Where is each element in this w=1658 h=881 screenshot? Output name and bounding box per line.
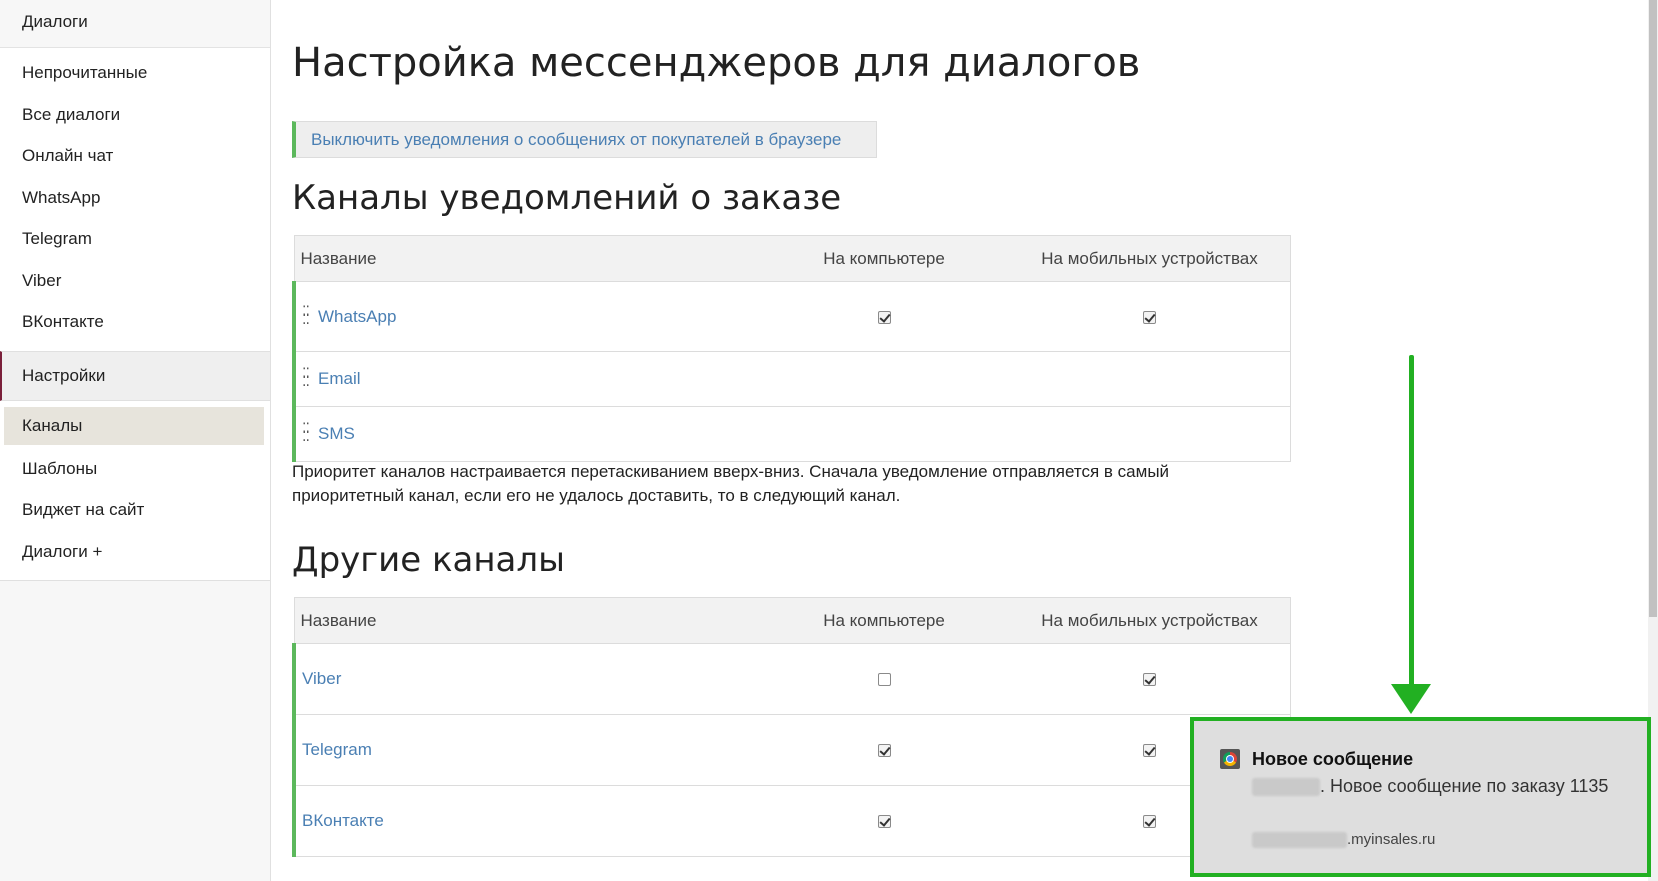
- channel-link-email[interactable]: Email: [318, 369, 361, 388]
- column-header-mobile: На мобильных устройствах: [1009, 235, 1291, 282]
- desktop-cell: [759, 785, 1009, 857]
- sidebar-settings-list: Каналы Шаблоны Виджет на сайт Диалоги +: [0, 400, 270, 581]
- order-channels-heading: Каналы уведомлений о заказе: [292, 178, 842, 218]
- desktop-checkbox-telegram[interactable]: [877, 744, 891, 758]
- desktop-cell: [759, 643, 1009, 715]
- channel-name-cell: ВКонтакте: [292, 785, 759, 857]
- channel-name-cell: ⁚⁚ ⁚⁚ WhatsApp: [292, 281, 759, 352]
- channel-link-vkontakte[interactable]: ВКонтакте: [302, 811, 384, 830]
- mobile-cell: [1009, 406, 1291, 462]
- other-channels-heading: Другие каналы: [292, 540, 565, 580]
- sidebar-item-unread[interactable]: Непрочитанные: [0, 52, 270, 94]
- mobile-cell: [1009, 281, 1291, 352]
- notification-body-text: . Новое сообщение по заказу 1135: [1320, 776, 1609, 796]
- sidebar-item-templates[interactable]: Шаблоны: [0, 448, 270, 490]
- channel-name-cell: Viber: [292, 643, 759, 715]
- sidebar-section-settings[interactable]: Настройки: [0, 350, 270, 401]
- notification-body: . Новое сообщение по заказу 1135: [1252, 774, 1632, 799]
- column-header-desktop: На компьютере: [759, 597, 1009, 644]
- desktop-cell: [759, 714, 1009, 786]
- annotation-arrow-shaft: [1409, 355, 1414, 687]
- sidebar-dialog-list: Непрочитанные Все диалоги Онлайн чат Wha…: [0, 48, 270, 351]
- mobile-cell: [1009, 643, 1291, 715]
- sidebar-section-dialogs[interactable]: Диалоги: [0, 0, 270, 48]
- scrollbar-thumb[interactable]: [1649, 0, 1657, 617]
- table-header-row: Название На компьютере На мобильных устр…: [293, 235, 1291, 282]
- drag-handle-icon[interactable]: ⁚⁚ ⁚⁚: [302, 366, 312, 388]
- sidebar-item-telegram[interactable]: Telegram: [0, 218, 270, 260]
- chrome-icon: [1220, 749, 1240, 769]
- mobile-checkbox-whatsapp[interactable]: [1143, 310, 1156, 324]
- priority-note: Приоритет каналов настраивается перетаск…: [292, 462, 1170, 505]
- column-header-name: Название: [293, 597, 759, 644]
- sidebar-item-online-chat[interactable]: Онлайн чат: [0, 135, 270, 177]
- channel-link-viber[interactable]: Viber: [302, 669, 341, 688]
- table-row[interactable]: ⁚⁚ ⁚⁚ Email: [292, 351, 1291, 407]
- disable-browser-notifications-button[interactable]: Выключить уведомления о сообщениях от по…: [292, 121, 877, 158]
- desktop-checkbox-viber[interactable]: [877, 673, 891, 687]
- sidebar-item-dialogs-plus[interactable]: Диалоги +: [0, 531, 270, 573]
- sidebar-item-whatsapp[interactable]: WhatsApp: [0, 177, 270, 219]
- mobile-checkbox-telegram[interactable]: [1143, 744, 1156, 758]
- table-row[interactable]: ⁚⁚ ⁚⁚ SMS: [292, 406, 1291, 462]
- mobile-checkbox-vkontakte[interactable]: [1143, 815, 1156, 829]
- sidebar-item-channels[interactable]: Каналы: [4, 406, 264, 445]
- column-header-desktop: На компьютере: [759, 235, 1009, 282]
- mobile-checkbox-viber[interactable]: [1143, 673, 1156, 687]
- sidebar-item-all-dialogs[interactable]: Все диалоги: [0, 94, 270, 136]
- browser-notification-toast[interactable]: Новое сообщение . Новое сообщение по зак…: [1190, 717, 1651, 877]
- desktop-cell: [759, 281, 1009, 352]
- desktop-cell: [759, 406, 1009, 462]
- desktop-checkbox-whatsapp[interactable]: [877, 310, 891, 324]
- table-row[interactable]: ⁚⁚ ⁚⁚ WhatsApp: [292, 281, 1291, 352]
- notification-title: Новое сообщение: [1252, 749, 1414, 769]
- table-row[interactable]: Viber: [292, 643, 1291, 715]
- channel-name-cell: ⁚⁚ ⁚⁚ Email: [292, 351, 759, 407]
- channel-link-sms[interactable]: SMS: [318, 424, 355, 443]
- column-header-mobile: На мобильных устройствах: [1009, 597, 1291, 644]
- redacted-sender: [1252, 778, 1320, 797]
- desktop-checkbox-vkontakte[interactable]: [877, 815, 891, 829]
- table-row[interactable]: Telegram: [292, 714, 1291, 786]
- notification-site-suffix: .myinsales.ru: [1347, 831, 1436, 848]
- notification-site: .myinsales.ru: [1252, 831, 1436, 849]
- order-channels-table: Название На компьютере На мобильных устр…: [292, 235, 1291, 462]
- channel-name-cell: ⁚⁚ ⁚⁚ SMS: [292, 406, 759, 462]
- sidebar: Диалоги Непрочитанные Все диалоги Онлайн…: [0, 0, 271, 881]
- column-header-name: Название: [293, 235, 759, 282]
- sidebar-item-viber[interactable]: Viber: [0, 260, 270, 302]
- annotation-arrow-head-icon: [1391, 684, 1431, 714]
- page-title: Настройка мессенджеров для диалогов: [292, 40, 1141, 86]
- table-header-row: Название На компьютере На мобильных устр…: [293, 597, 1291, 644]
- redacted-subdomain: [1252, 832, 1347, 849]
- drag-handle-icon[interactable]: ⁚⁚ ⁚⁚: [302, 304, 312, 326]
- drag-handle-icon[interactable]: ⁚⁚ ⁚⁚: [302, 421, 312, 443]
- desktop-cell: [759, 351, 1009, 407]
- channel-link-telegram[interactable]: Telegram: [302, 740, 372, 759]
- table-row[interactable]: ВКонтакте: [292, 785, 1291, 857]
- sidebar-item-widget[interactable]: Виджет на сайт: [0, 489, 270, 531]
- sidebar-item-vkontakte[interactable]: ВКонтакте: [0, 301, 270, 343]
- other-channels-table: Название На компьютере На мобильных устр…: [292, 597, 1291, 857]
- channel-link-whatsapp[interactable]: WhatsApp: [318, 307, 396, 326]
- mobile-cell: [1009, 351, 1291, 407]
- channel-name-cell: Telegram: [292, 714, 759, 786]
